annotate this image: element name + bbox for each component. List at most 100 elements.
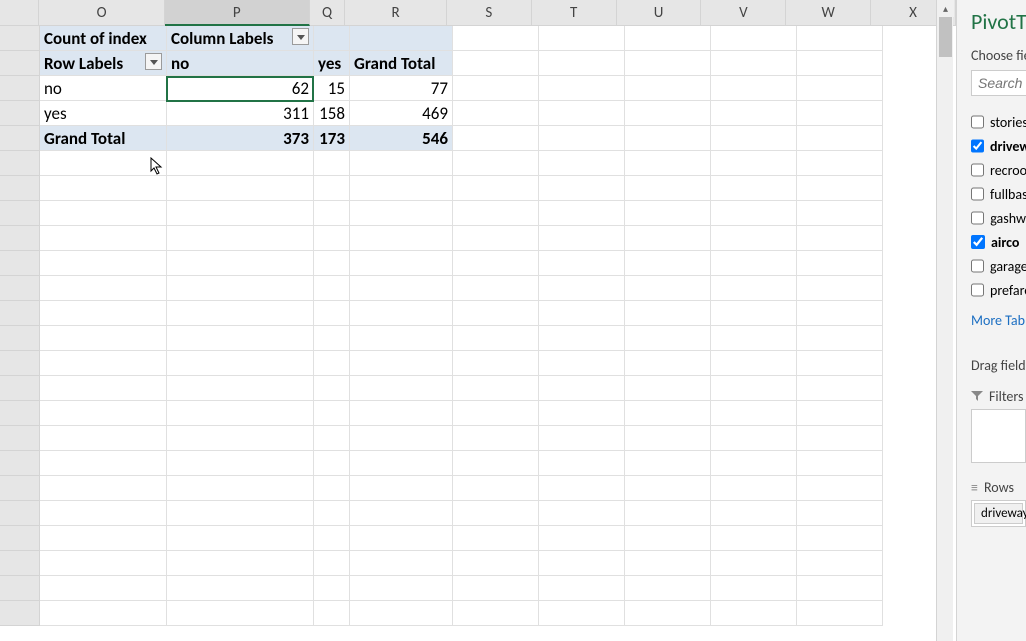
empty-cell[interactable]	[314, 601, 350, 626]
field-prefarea[interactable]: prefarea	[971, 278, 1026, 302]
vertical-scrollbar[interactable]: ▴	[936, 0, 953, 641]
empty-cell[interactable]	[797, 301, 883, 326]
empty-cell[interactable]	[797, 601, 883, 626]
empty-cell[interactable]	[625, 476, 711, 501]
empty-cell[interactable]	[350, 276, 453, 301]
empty-cell[interactable]	[453, 251, 539, 276]
empty-cell[interactable]	[167, 376, 314, 401]
field-checkbox[interactable]	[971, 187, 984, 201]
empty-cell[interactable]	[350, 401, 453, 426]
empty-cell[interactable]	[314, 301, 350, 326]
empty-cell[interactable]	[314, 576, 350, 601]
pivot-col-header-gt[interactable]: Grand Total	[350, 51, 453, 76]
empty-cell[interactable]	[40, 276, 167, 301]
empty-cell[interactable]	[40, 476, 167, 501]
empty-cell[interactable]	[797, 576, 883, 601]
column-labels-dropdown[interactable]	[292, 28, 309, 45]
empty-cell[interactable]	[167, 301, 314, 326]
empty-cell[interactable]	[350, 426, 453, 451]
empty-cell[interactable]	[625, 101, 711, 126]
empty-cell[interactable]	[625, 126, 711, 151]
empty-cell[interactable]	[167, 551, 314, 576]
empty-cell[interactable]	[167, 251, 314, 276]
empty-cell[interactable]	[539, 151, 625, 176]
empty-cell[interactable]	[625, 276, 711, 301]
field-checkbox[interactable]	[971, 211, 984, 225]
col-header-T[interactable]: T	[532, 0, 617, 26]
empty-cell[interactable]	[40, 401, 167, 426]
empty-cell[interactable]	[314, 476, 350, 501]
empty-cell[interactable]	[625, 401, 711, 426]
empty-cell[interactable]	[453, 26, 539, 51]
row-header[interactable]	[0, 226, 40, 251]
row-header[interactable]	[0, 326, 40, 351]
empty-cell[interactable]	[453, 151, 539, 176]
empty-cell[interactable]	[797, 126, 883, 151]
field-airco[interactable]: airco	[971, 230, 1026, 254]
empty-cell[interactable]	[539, 601, 625, 626]
empty-cell[interactable]	[314, 376, 350, 401]
pivot-header-empty[interactable]	[314, 26, 350, 51]
empty-cell[interactable]	[711, 176, 797, 201]
empty-cell[interactable]	[711, 101, 797, 126]
filters-dropzone[interactable]	[971, 409, 1026, 463]
empty-cell[interactable]	[625, 376, 711, 401]
empty-cell[interactable]	[167, 201, 314, 226]
row-labels-dropdown[interactable]	[145, 53, 162, 70]
empty-cell[interactable]	[314, 326, 350, 351]
empty-cell[interactable]	[314, 426, 350, 451]
empty-cell[interactable]	[797, 226, 883, 251]
rows-area[interactable]: ≡ Rows driveway ▾	[971, 479, 1026, 527]
empty-cell[interactable]	[625, 326, 711, 351]
row-header[interactable]	[0, 426, 40, 451]
empty-cell[interactable]	[40, 576, 167, 601]
empty-cell[interactable]	[350, 326, 453, 351]
pivot-column-labels-caption[interactable]: Column Labels	[167, 26, 314, 51]
row-header[interactable]	[0, 351, 40, 376]
row-header[interactable]	[0, 601, 40, 626]
empty-cell[interactable]	[539, 226, 625, 251]
pivot-measure-label[interactable]: Count of index	[40, 26, 167, 51]
empty-cell[interactable]	[625, 26, 711, 51]
empty-cell[interactable]	[40, 326, 167, 351]
empty-cell[interactable]	[797, 401, 883, 426]
scroll-thumb[interactable]	[939, 17, 952, 57]
empty-cell[interactable]	[167, 451, 314, 476]
empty-cell[interactable]	[350, 226, 453, 251]
empty-cell[interactable]	[711, 51, 797, 76]
pivot-row-total[interactable]: 77	[350, 76, 453, 101]
empty-cell[interactable]	[350, 251, 453, 276]
empty-cell[interactable]	[797, 101, 883, 126]
empty-cell[interactable]	[711, 351, 797, 376]
empty-cell[interactable]	[40, 226, 167, 251]
row-header[interactable]	[0, 301, 40, 326]
empty-cell[interactable]	[797, 501, 883, 526]
col-header-P[interactable]: P	[165, 0, 310, 26]
empty-cell[interactable]	[539, 351, 625, 376]
empty-cell[interactable]	[797, 551, 883, 576]
empty-cell[interactable]	[539, 401, 625, 426]
empty-cell[interactable]	[797, 251, 883, 276]
col-header-R[interactable]: R	[345, 0, 447, 26]
empty-cell[interactable]	[539, 26, 625, 51]
row-header[interactable]	[0, 251, 40, 276]
empty-cell[interactable]	[539, 176, 625, 201]
empty-cell[interactable]	[625, 501, 711, 526]
empty-cell[interactable]	[40, 251, 167, 276]
pivot-header-empty[interactable]	[350, 26, 453, 51]
empty-cell[interactable]	[350, 551, 453, 576]
empty-cell[interactable]	[711, 451, 797, 476]
empty-cell[interactable]	[314, 176, 350, 201]
empty-cell[interactable]	[453, 176, 539, 201]
empty-cell[interactable]	[167, 526, 314, 551]
empty-cell[interactable]	[539, 476, 625, 501]
empty-cell[interactable]	[167, 401, 314, 426]
empty-cell[interactable]	[453, 326, 539, 351]
empty-cell[interactable]	[167, 601, 314, 626]
empty-cell[interactable]	[711, 326, 797, 351]
row-header[interactable]	[0, 176, 40, 201]
empty-cell[interactable]	[711, 501, 797, 526]
empty-cell[interactable]	[625, 201, 711, 226]
empty-cell[interactable]	[711, 476, 797, 501]
filters-area[interactable]: Filters	[971, 388, 1026, 463]
